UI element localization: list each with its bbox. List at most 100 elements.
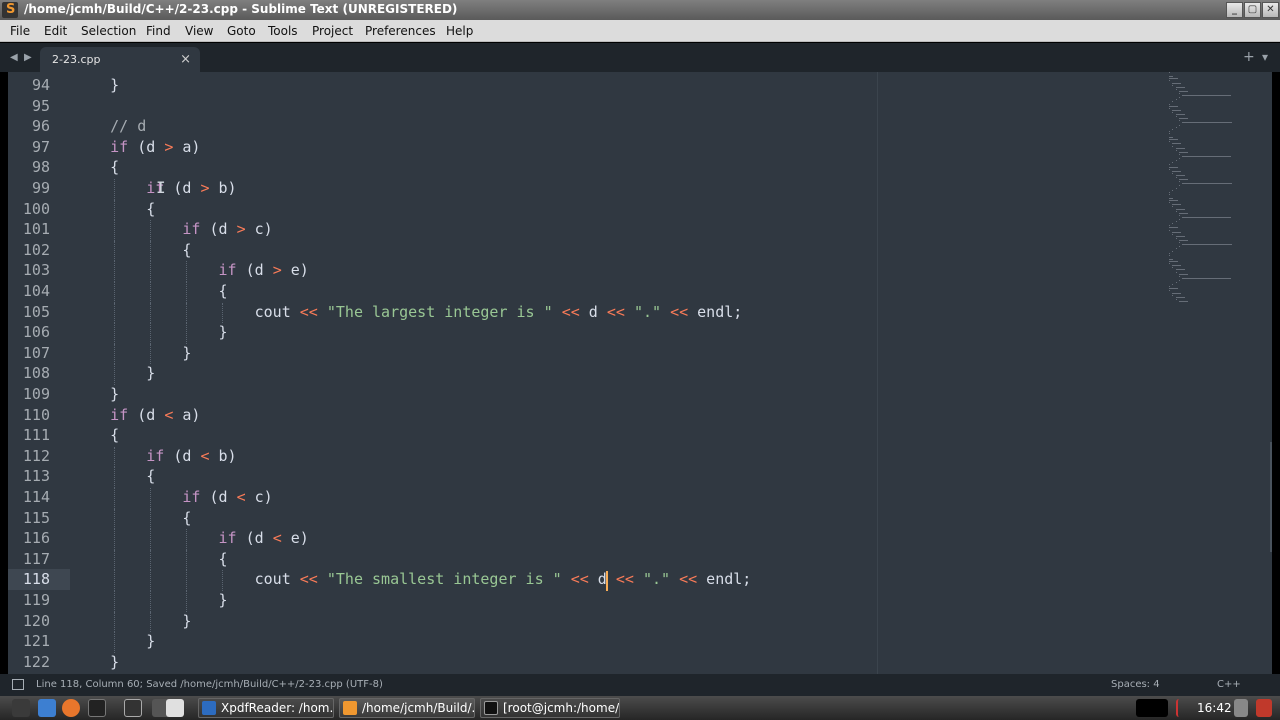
minimap-line [1178,158,1180,160]
menu-edit[interactable]: Edit [44,24,67,38]
minimap-line [1172,145,1174,147]
menu-tools[interactable]: Tools [268,24,298,38]
close-button[interactable]: ✕ [1262,2,1279,18]
code-line[interactable]: } [74,344,191,362]
minimap-line [1175,187,1177,189]
minimize-button[interactable]: _ [1226,2,1243,18]
terminal-icon[interactable] [88,699,106,717]
menu-file[interactable]: File [10,24,30,38]
line-number[interactable]: 113 [8,467,50,485]
menu-help[interactable]: Help [446,24,473,38]
show-desktop-icon[interactable] [166,699,184,717]
line-number[interactable]: 104 [8,282,50,300]
firefox-icon[interactable] [62,699,80,717]
minimap[interactable] [1166,72,1256,312]
minimap-line [1169,141,1171,143]
minimap-line [1172,267,1174,269]
file-manager-icon[interactable] [38,699,56,717]
logout-icon[interactable] [1256,699,1272,717]
code-line[interactable]: { [74,509,191,527]
minimap-line [1175,174,1185,176]
line-number[interactable]: 103 [8,261,50,279]
menu-selection[interactable]: Selection [81,24,136,38]
line-number[interactable]: 114 [8,488,50,506]
line-number[interactable]: 111 [8,426,50,444]
code-line[interactable]: } [74,76,119,94]
line-number[interactable]: 122 [8,653,50,671]
line-number[interactable]: 117 [8,550,50,568]
line-number[interactable]: 98 [8,158,50,176]
minimap-line [1178,279,1180,281]
code-line[interactable]: if (d > e) [74,261,309,279]
code-line[interactable]: } [74,385,119,403]
tab-nav-left-icon[interactable]: ◀ [10,52,18,63]
new-tab-icon[interactable]: + [1243,49,1255,65]
code-line[interactable]: if (d < a) [74,406,200,424]
minimap-line [1172,189,1174,191]
minimap-line [1172,231,1182,233]
tab-dropdown-icon[interactable]: ▾ [1262,50,1268,64]
code-line[interactable]: { [74,426,119,444]
code-line[interactable]: cout << "The smallest integer is " << d … [74,570,752,588]
line-number[interactable]: 95 [8,97,50,115]
syntax-setting[interactable]: C++ [1217,679,1241,690]
code-line[interactable]: if (d < e) [74,529,309,547]
line-number[interactable]: 119 [8,591,50,609]
indentation-setting[interactable]: Spaces: 4 [1111,679,1160,690]
maximize-button[interactable]: ▢ [1244,2,1261,18]
tab-close-icon[interactable]: × [180,52,191,67]
task-xpdf[interactable]: XpdfReader: /hom... [198,698,334,718]
code-line[interactable]: { [74,158,119,176]
code-line[interactable]: if (d < b) [74,447,236,465]
line-number[interactable]: 116 [8,529,50,547]
clock[interactable]: 16:42 [1197,701,1232,715]
line-number[interactable]: 120 [8,612,50,630]
vertical-scrollbar[interactable] [1270,442,1272,552]
indent-guide [114,179,116,200]
menu-preferences[interactable]: Preferences [365,24,436,38]
line-number[interactable]: 97 [8,138,50,156]
line-number[interactable]: 105 [8,303,50,321]
line-number[interactable]: 102 [8,241,50,259]
line-number[interactable]: 109 [8,385,50,403]
task-terminal[interactable]: [root@jcmh:/home/... [480,698,620,718]
network-icon[interactable] [1176,699,1190,717]
code-line[interactable]: } [74,653,119,671]
line-number[interactable]: 100 [8,200,50,218]
code-line[interactable]: if (d < c) [74,488,272,506]
menu-goto[interactable]: Goto [227,24,256,38]
line-number[interactable]: 112 [8,447,50,465]
line-number[interactable]: 110 [8,406,50,424]
line-number[interactable]: 121 [8,632,50,650]
line-number[interactable]: 118 [8,570,50,588]
minimap-line [1169,198,1173,199]
code-line[interactable]: if (d > c) [74,220,272,238]
code-line[interactable]: if (d > a) [74,138,200,156]
minimap-line [1172,170,1182,172]
minimap-line [1169,139,1179,141]
line-number[interactable]: 99 [8,179,50,197]
task-sublime[interactable]: /home/jcmh/Build/... [339,698,475,718]
line-number[interactable]: 115 [8,509,50,527]
line-number[interactable]: 94 [8,76,50,94]
line-number[interactable]: 107 [8,344,50,362]
code-line[interactable]: { [74,241,191,259]
code-line[interactable]: cout << "The largest integer is " << d <… [74,303,743,321]
tab-nav-right-icon[interactable]: ▶ [24,52,32,63]
tab-file[interactable]: 2-23.cpp × [40,47,200,72]
sublime-launcher-icon[interactable] [124,699,142,717]
line-number[interactable]: 108 [8,364,50,382]
code-editor[interactable]: 94 } 95 96 // d 97 if (d > a) 98 {99 if (d >… [8,72,1272,674]
menu-find[interactable]: Find [146,24,171,38]
menu-project[interactable]: Project [312,24,353,38]
line-number[interactable]: 96 [8,117,50,135]
menu-view[interactable]: View [185,24,213,38]
code-line[interactable]: // d [74,117,146,135]
tray-app-icon[interactable] [1234,699,1248,717]
code-line[interactable]: } [74,612,191,630]
panel-toggle-icon[interactable] [12,679,24,690]
line-number[interactable]: 101 [8,220,50,238]
menu-launcher-icon[interactable] [12,699,30,717]
line-number[interactable]: 106 [8,323,50,341]
minimap-line [1178,118,1188,120]
